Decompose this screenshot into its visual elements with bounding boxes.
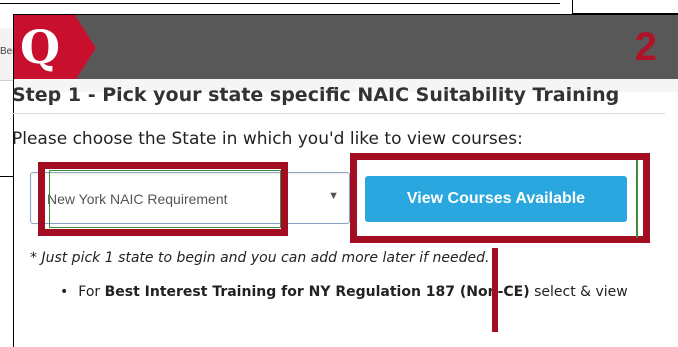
bullet-suffix: select & view <box>529 284 628 300</box>
button-focus-outline <box>636 160 638 238</box>
header-bar: Q 2 <box>14 15 678 81</box>
view-courses-button[interactable]: View Courses Available <box>365 176 627 222</box>
state-prompt: Please choose the State in which you'd l… <box>12 129 523 149</box>
title-divider <box>12 113 665 114</box>
logo-q-icon: Q <box>19 20 61 74</box>
bullet-prefix: For <box>78 284 105 300</box>
state-note: * Just pick 1 state to begin and you can… <box>30 250 490 266</box>
background-border-left <box>0 176 14 177</box>
step-number-annotation: 2 <box>634 25 657 69</box>
section-title: Step 1 - Pick your state specific NAIC S… <box>12 84 620 106</box>
select-highlight-box <box>38 162 288 236</box>
list-item: • For Best Interest Training for NY Regul… <box>60 284 628 300</box>
annotation-connector-line <box>492 248 498 332</box>
brand-logo: Q <box>14 15 96 81</box>
bullet-bold-text: Best Interest Training for NY Regulation… <box>104 284 530 300</box>
background-border-right <box>572 0 573 14</box>
bullet-icon: • <box>60 284 69 300</box>
background-border-top <box>0 3 560 4</box>
chevron-down-icon[interactable]: ▼ <box>328 190 339 202</box>
